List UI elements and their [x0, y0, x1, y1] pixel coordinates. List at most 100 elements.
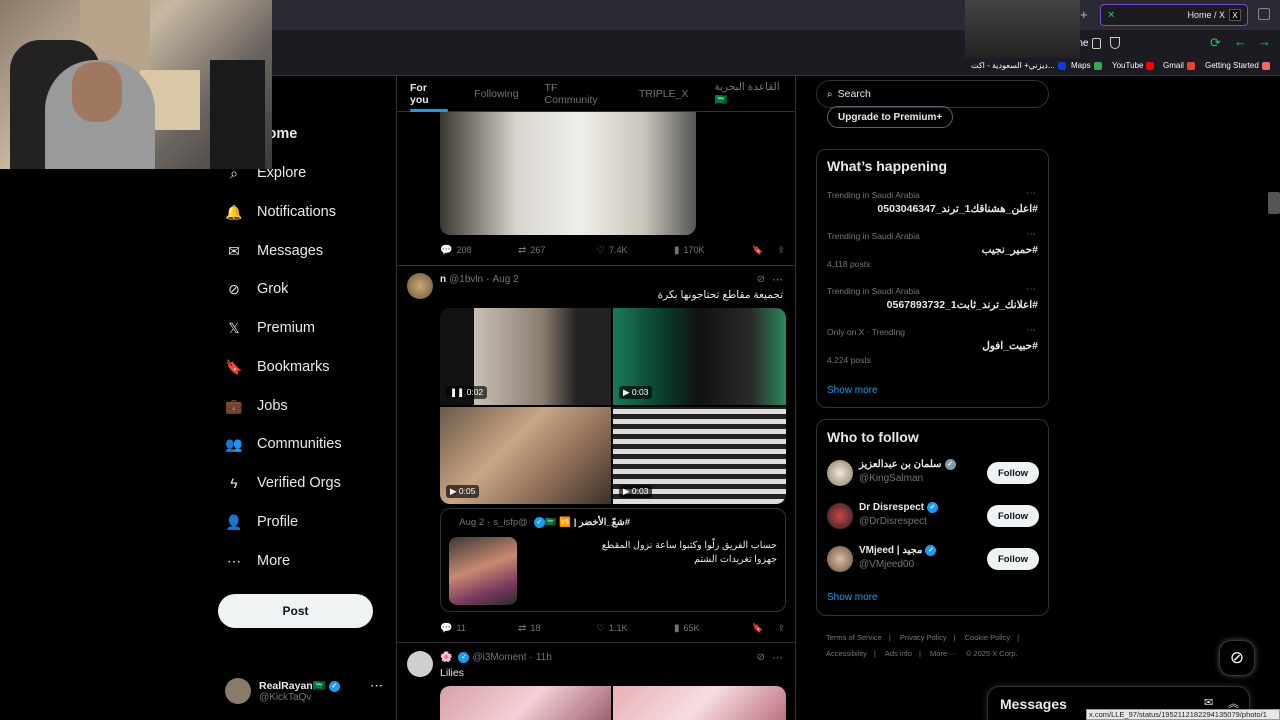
like-button[interactable]: ♡ 1.1K	[596, 623, 674, 634]
more-dots-icon[interactable]: ⋯	[1026, 284, 1036, 295]
trend-item[interactable]: #حبيت_افول	[982, 340, 1038, 352]
quote-image[interactable]	[449, 537, 517, 605]
new-message-icon[interactable]: ✉	[1204, 696, 1213, 709]
bookmark-maps[interactable]: Maps	[1071, 61, 1102, 70]
author-handle[interactable]: @1bvln	[449, 274, 483, 285]
follow-button[interactable]: Follow	[987, 505, 1039, 527]
browser-tab-home[interactable]: ✕ Home / X X	[1100, 4, 1248, 26]
bookmark-youtube[interactable]: YouTube	[1112, 61, 1155, 70]
lightning-icon: ϟ	[230, 475, 238, 491]
author-name[interactable]: 🌸	[440, 652, 452, 663]
tab-tf-community[interactable]: TF Community	[545, 76, 613, 112]
more-dots-icon[interactable]: ⋯	[1026, 325, 1036, 336]
reload-icon[interactable]: ⟳	[1210, 35, 1221, 51]
repost-button[interactable]: ⇄ 18	[518, 623, 596, 634]
scrollbar-thumb[interactable]	[1268, 192, 1280, 214]
author-name[interactable]: n	[440, 274, 446, 285]
bell-icon: 🔔	[225, 203, 243, 220]
repost-icon: ⇄	[518, 244, 527, 256]
avatar[interactable]	[407, 273, 433, 299]
sidebar-item-premium[interactable]: 𝕏 Premium	[225, 313, 315, 343]
footer-link[interactable]: Terms of Service	[826, 633, 882, 642]
bookmark-disney[interactable]: ديزني+ السعودية - اكت...	[971, 61, 1066, 70]
author-handle[interactable]: @i3Moment	[472, 652, 526, 663]
upgrade-premium-button[interactable]: Upgrade to Premium+	[827, 106, 954, 128]
footer-link[interactable]: Ads info	[885, 649, 912, 658]
sidebar-item-communities[interactable]: 👥 Communities	[225, 429, 341, 459]
sidebar-item-grok[interactable]: ⊘ Grok	[225, 274, 288, 304]
grok-icon[interactable]: ⊘	[757, 652, 765, 663]
close-tab-icon[interactable]: ✕	[1107, 10, 1115, 21]
video-thumbnail[interactable]: ▶ 0:03	[613, 407, 786, 504]
like-button[interactable]: ♡ 7.4K	[596, 245, 674, 256]
grok-button[interactable]: ⊘	[1219, 640, 1255, 676]
more-dots-icon[interactable]: ⋯	[772, 273, 783, 286]
tab-triple-x[interactable]: TRIPLE_X	[639, 76, 689, 112]
more-dots-icon[interactable]: ⋯	[1026, 188, 1036, 199]
back-arrow-icon[interactable]: ←	[1234, 34, 1247, 49]
bookmark-icon[interactable]: 🔖	[752, 245, 763, 256]
new-tab-icon[interactable]: +	[1080, 7, 1088, 22]
footer-link[interactable]: Privacy Policy	[900, 633, 947, 642]
sidebar-item-more[interactable]: ⋯ More	[225, 546, 290, 576]
reply-button[interactable]: 💬 208	[440, 245, 518, 256]
trend-item[interactable]: #اعلن_هشناقك1_ترند_0503046347	[877, 203, 1038, 215]
follow-suggestion[interactable]: سلمان بن عبدالعزيز ✓ @KingSalman Follow	[827, 456, 1039, 492]
tab-list-icon[interactable]	[1258, 8, 1270, 20]
firefox-icon	[1261, 61, 1270, 70]
account-switcher[interactable]: RealRayan🇸🇦 ✓ @KickTaQv ⋯	[225, 674, 395, 708]
shield-icon[interactable]	[1110, 37, 1120, 49]
follow-suggestion[interactable]: Dr Disrespect ✓ @DrDisrespect Follow	[827, 499, 1039, 535]
show-more-link[interactable]: Show more	[827, 592, 878, 603]
sidebar-item-bookmarks[interactable]: 🔖 Bookmarks	[225, 352, 329, 382]
tweet-date[interactable]: Aug 2	[493, 274, 519, 285]
views-button[interactable]: ▮ 65K	[674, 623, 752, 634]
tab-for-you[interactable]: For you	[410, 76, 449, 112]
more-dots-icon[interactable]: ⋯	[1026, 229, 1036, 240]
messages-title: Messages	[1000, 696, 1067, 712]
post-image[interactable]	[440, 112, 696, 235]
reply-button[interactable]: 💬 11	[440, 623, 518, 634]
tweet-date[interactable]: 11h	[536, 652, 552, 663]
sidebar-item-messages[interactable]: ✉ Messages	[225, 236, 323, 266]
share-icon[interactable]: ⇪	[777, 245, 785, 256]
footer-link[interactable]: Accessibility	[826, 649, 867, 658]
more-dots-icon[interactable]: ⋯	[370, 678, 383, 694]
quoted-tweet[interactable]: #شعّ_الأخضر | 🇸🇦 🆚 ✓ @s_isfp · Aug 2 حسا…	[440, 508, 786, 612]
follow-button[interactable]: Follow	[987, 462, 1039, 484]
grok-icon[interactable]: ⊘	[757, 274, 765, 285]
tab-following[interactable]: Following	[474, 76, 518, 112]
whats-happening-card: What’s happening Trending in Saudi Arabi…	[816, 149, 1049, 408]
trend-item[interactable]: #حمير_نجيب	[982, 244, 1038, 256]
search-input[interactable]: ⌕ Search	[816, 80, 1049, 108]
footer-link[interactable]: Cookie Policy	[965, 633, 1010, 642]
repost-button[interactable]: ⇄ 267	[518, 245, 596, 256]
footer-link[interactable]: More ···	[930, 649, 957, 658]
lock-icon[interactable]	[1092, 38, 1101, 49]
views-button[interactable]: ▮ 170K	[674, 245, 752, 256]
footer-links: Terms of Service | Privacy Policy | Cookie…	[826, 633, 1020, 658]
post-button[interactable]: Post	[218, 594, 373, 628]
bookmark-getting-started[interactable]: Getting Started	[1205, 61, 1270, 70]
show-more-link[interactable]: Show more	[827, 385, 878, 396]
post-image[interactable]	[613, 686, 786, 720]
sidebar-item-verified-orgs[interactable]: ϟ Verified Orgs	[225, 468, 341, 498]
video-thumbnail[interactable]: ▶ 0:05	[440, 407, 611, 504]
sidebar-item-profile[interactable]: 👤 Profile	[225, 507, 298, 537]
bookmark-gmail[interactable]: Gmail	[1163, 61, 1195, 70]
maps-icon	[1093, 61, 1102, 70]
sidebar-item-jobs[interactable]: 💼 Jobs	[225, 391, 287, 421]
forward-arrow-icon[interactable]: →	[1258, 34, 1271, 49]
more-dots-icon[interactable]: ⋯	[772, 651, 783, 664]
video-thumbnail[interactable]: ▶ 0:03	[613, 308, 786, 405]
sidebar-item-notifications[interactable]: 🔔 Notifications	[225, 197, 336, 227]
bookmark-icon[interactable]: 🔖	[752, 623, 763, 634]
avatar[interactable]	[407, 651, 433, 677]
share-icon[interactable]: ⇪	[777, 623, 785, 634]
tab-arabic-community[interactable]: القاعدة البحرية 🇸🇦	[714, 76, 795, 112]
post-image[interactable]	[440, 686, 611, 720]
follow-suggestion[interactable]: VMjeed | مجيد ✓ @VMjeed00 Follow	[827, 542, 1039, 578]
follow-button[interactable]: Follow	[987, 548, 1039, 570]
trend-item[interactable]: #اعلانك_ترند_ثابت1_0567893732	[887, 299, 1038, 311]
video-thumbnail[interactable]: ❚❚ 0:02	[440, 308, 611, 405]
